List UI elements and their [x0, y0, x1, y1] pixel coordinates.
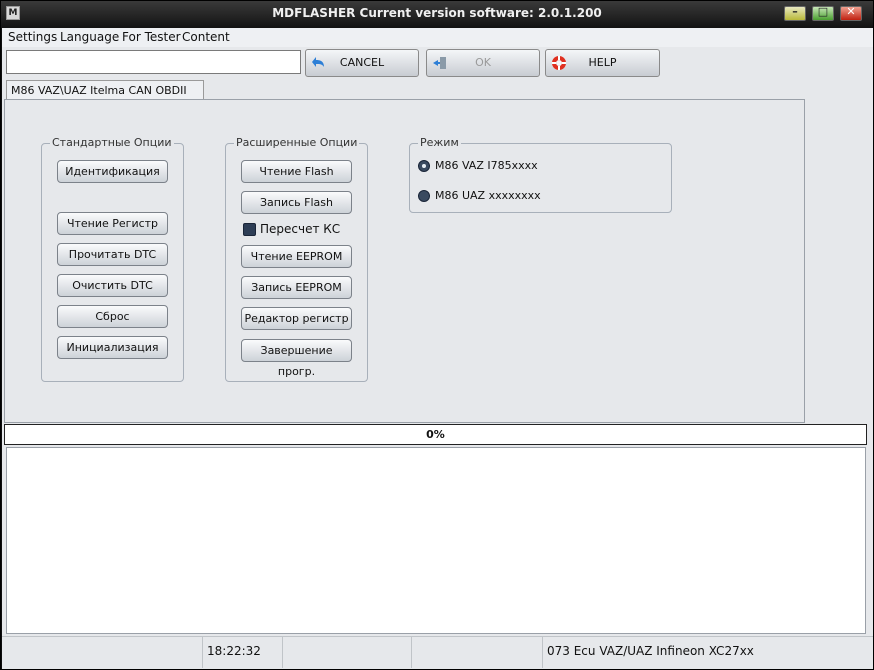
read-eeprom-button[interactable]: Чтение EEPROM	[241, 245, 352, 268]
progress-text: 0%	[426, 428, 445, 441]
help-button[interactable]: HELP	[545, 49, 660, 77]
uaz-radio-label: M86 UAZ xxxxxxxx	[435, 189, 541, 202]
mode-group: Режим M86 VAZ I785xxxx M86 UAZ xxxxxxxx	[409, 136, 672, 213]
mode-option-uaz[interactable]: M86 UAZ xxxxxxxx	[418, 189, 618, 205]
title-bar[interactable]: M MDFLASHER Current version software: 2.…	[1, 1, 873, 28]
identification-button[interactable]: Идентификация	[57, 160, 168, 183]
status-cell-4	[412, 637, 543, 668]
reset-button[interactable]: Сброс	[57, 305, 168, 328]
status-time: 18:22:32	[203, 637, 283, 668]
extended-options-group: Расширенные Опции Чтение Flash Запись Fl…	[225, 136, 368, 382]
checksum-label: Пересчет КС	[260, 222, 341, 236]
menu-content[interactable]: Content	[182, 30, 230, 44]
menu-for-tester[interactable]: For Tester	[122, 30, 181, 44]
initialization-button[interactable]: Инициализация	[57, 336, 168, 359]
ok-button[interactable]: OK	[426, 49, 540, 77]
mode-title: Режим	[418, 136, 461, 149]
write-flash-button[interactable]: Запись Flash	[241, 191, 352, 214]
cancel-button[interactable]: CANCEL	[305, 49, 419, 77]
menu-bar: Settings Language For Tester Content	[2, 28, 873, 47]
close-icon: ✕	[846, 5, 856, 18]
extended-options-title: Расширенные Опции	[234, 136, 360, 149]
client-area: Settings Language For Tester Content CAN…	[2, 28, 873, 669]
maximize-icon: □	[817, 5, 829, 18]
mode-panel: Стандартные Опции Идентификация Чтение Р…	[4, 99, 805, 423]
register-editor-button[interactable]: Редактор регистр	[241, 307, 352, 330]
status-cell-1	[2, 637, 203, 668]
command-input[interactable]	[6, 50, 301, 74]
maximize-button[interactable]: □	[812, 5, 834, 21]
help-label: HELP	[588, 56, 617, 69]
log-output[interactable]	[6, 447, 866, 634]
read-registers-button[interactable]: Чтение Регистр	[57, 212, 168, 235]
toolbar: CANCEL OK HELP	[2, 47, 873, 80]
standard-options-group: Стандартные Опции Идентификация Чтение Р…	[41, 136, 184, 382]
finish-programming-button[interactable]: Завершение прогр.	[241, 339, 352, 378]
mode-option-vaz[interactable]: M86 VAZ I785xxxx	[418, 159, 618, 175]
ok-label: OK	[475, 56, 491, 69]
menu-settings[interactable]: Settings	[8, 30, 57, 44]
vaz-radio-label: M86 VAZ I785xxxx	[435, 159, 538, 172]
uaz-radio[interactable]	[418, 190, 430, 202]
close-button[interactable]: ✕	[840, 5, 862, 21]
minimize-icon: –	[792, 5, 798, 18]
window-title: MDFLASHER Current version software: 2.0.…	[272, 6, 602, 20]
cancel-label: CANCEL	[339, 56, 385, 69]
vaz-radio[interactable]	[418, 160, 430, 172]
progress-bar: 0%	[4, 424, 867, 445]
write-eeprom-button[interactable]: Запись EEPROM	[241, 276, 352, 299]
app-window: M MDFLASHER Current version software: 2.…	[0, 0, 874, 670]
read-dtc-button[interactable]: Прочитать DTC	[57, 243, 168, 266]
menu-language[interactable]: Language	[60, 30, 119, 44]
standard-options-title: Стандартные Опции	[50, 136, 174, 149]
checksum-checkbox-row[interactable]: Пересчет КС	[243, 222, 353, 238]
status-ecu: 073 Ecu VAZ/UAZ Infineon XC27xx	[547, 644, 754, 658]
minimize-button[interactable]: –	[784, 5, 806, 21]
undo-arrow-icon	[312, 57, 324, 67]
checksum-checkbox[interactable]	[243, 223, 256, 236]
exit-door-icon	[433, 57, 446, 69]
status-bar: 18:22:32 073 Ecu VAZ/UAZ Infineon XC27xx	[2, 636, 873, 669]
lifebuoy-icon	[552, 56, 566, 70]
clear-dtc-button[interactable]: Очистить DTC	[57, 274, 168, 297]
status-cell-3	[283, 637, 412, 668]
tab-m86-mode[interactable]: M86 VAZ\UAZ Itelma CAN OBDII Mode	[6, 80, 204, 116]
read-flash-button[interactable]: Чтение Flash	[241, 160, 352, 183]
